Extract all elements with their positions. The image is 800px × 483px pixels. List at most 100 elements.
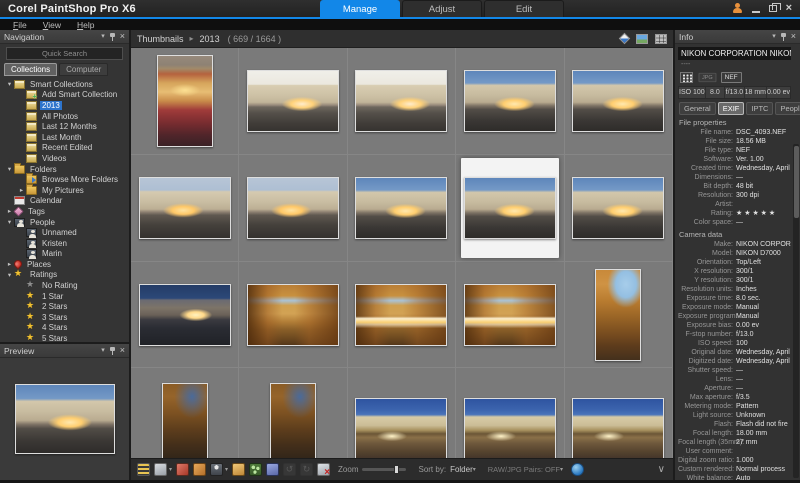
quick-review-red-pen-icon[interactable] xyxy=(176,463,189,476)
tree-item-all-photos[interactable]: All Photos xyxy=(0,111,129,122)
map-location-icon[interactable] xyxy=(232,463,245,476)
delete-image-icon[interactable] xyxy=(317,463,330,476)
photo-thumbnail-plaza-night[interactable] xyxy=(139,284,231,346)
photo-thumbnail-plaza-blue[interactable] xyxy=(464,70,556,132)
photo-thumbnail-street-trails[interactable] xyxy=(355,284,447,346)
tree-item-recent-edited[interactable]: Recent Edited xyxy=(0,143,129,154)
info-scrollbar-thumb[interactable] xyxy=(794,146,799,218)
panel-menu-icon[interactable]: ▾ xyxy=(101,33,105,40)
chevron-down-icon[interactable]: ▾ xyxy=(169,466,172,473)
info-tab-general[interactable]: General xyxy=(679,102,716,115)
photo-thumbnail-plaza-bright[interactable] xyxy=(355,70,447,132)
photo-thumbnail-plaza-blue[interactable] xyxy=(464,177,556,239)
info-tab-iptc[interactable]: IPTC xyxy=(746,102,773,115)
expander-down-icon[interactable]: ▾ xyxy=(5,80,14,88)
panel-close-icon[interactable]: × xyxy=(791,32,796,41)
photo-thumbnail-plaza-blue[interactable] xyxy=(572,177,664,239)
tree-item-marin[interactable]: Marin xyxy=(0,249,129,260)
tree-item-3-stars[interactable]: 3 Stars xyxy=(0,312,129,323)
menu-view[interactable]: View xyxy=(36,20,68,30)
close-icon[interactable]: × xyxy=(786,3,792,14)
nav-tab-computer[interactable]: Computer xyxy=(59,63,108,76)
chevron-down-icon[interactable]: ▾ xyxy=(225,466,228,473)
expander-down-icon[interactable]: ▾ xyxy=(5,271,14,279)
tree-item-last-12-months[interactable]: Last 12 Months xyxy=(0,121,129,132)
photo-thumbnail-carousel[interactable] xyxy=(157,55,213,147)
map-view-icon[interactable] xyxy=(619,33,630,44)
menu-help[interactable]: Help xyxy=(70,20,101,30)
tree-item-browse-more-folders[interactable]: Browse More Folders xyxy=(0,174,129,185)
tree-item-add-smart-collection[interactable]: Add Smart Collection xyxy=(0,90,129,101)
zoom-slider-handle[interactable] xyxy=(394,465,399,474)
info-tab-exif[interactable]: EXIF xyxy=(718,102,745,115)
share-icon[interactable] xyxy=(249,463,262,476)
tree-item-4-stars[interactable]: 4 Stars xyxy=(0,323,129,334)
tab-adjust[interactable]: Adjust xyxy=(402,0,482,17)
format-badge-jpg[interactable]: JPG xyxy=(699,73,717,82)
people-tag-icon[interactable] xyxy=(210,463,223,476)
slideshow-icon[interactable] xyxy=(266,463,279,476)
pin-icon[interactable] xyxy=(109,33,116,41)
nav-tab-collections[interactable]: Collections xyxy=(4,63,57,76)
tree-item-people[interactable]: ▾People xyxy=(0,217,129,228)
tab-manage[interactable]: Manage xyxy=(320,0,400,17)
tree-item-tags[interactable]: ▸Tags xyxy=(0,206,129,217)
pin-icon[interactable] xyxy=(780,33,787,41)
zoom-slider[interactable] xyxy=(362,468,406,471)
tree-item-last-month[interactable]: Last Month xyxy=(0,132,129,143)
panel-close-icon[interactable]: × xyxy=(120,346,125,355)
file-organize-icon[interactable] xyxy=(154,463,167,476)
restore-icon[interactable] xyxy=(769,5,777,12)
sign-in-user-icon[interactable] xyxy=(732,3,743,14)
tree-item-folders[interactable]: ▾Folders xyxy=(0,164,129,175)
photo-thumbnail-arch[interactable] xyxy=(595,269,641,361)
tree-item-smart-collections[interactable]: ▾Smart Collections xyxy=(0,79,129,90)
photo-thumbnail-plaza-bright[interactable] xyxy=(247,70,339,132)
photo-thumbnail-plaza-blue[interactable] xyxy=(572,70,664,132)
expander-down-icon[interactable]: ▾ xyxy=(5,218,14,226)
thumbnail-grid-icon[interactable] xyxy=(680,72,693,83)
breadcrumb-collection[interactable]: 2013 xyxy=(200,34,220,44)
info-globe-icon[interactable] xyxy=(571,463,584,476)
pin-icon[interactable] xyxy=(109,347,116,355)
tree-item-no-rating[interactable]: No Rating xyxy=(0,280,129,291)
thumbnail-mode-icon[interactable] xyxy=(137,463,150,476)
photo-thumbnail-street[interactable] xyxy=(247,284,339,346)
raw-jpg-pairs-dropdown[interactable]: RAW/JPG Pairs: OFF ▾ xyxy=(488,465,563,474)
photo-thumbnail-arch-night[interactable] xyxy=(162,383,208,459)
collapse-toolbar-icon[interactable]: ∨ xyxy=(658,464,667,475)
info-tab-people[interactable]: People xyxy=(775,102,800,115)
photo-thumbnail-plaza-arch[interactable] xyxy=(355,398,447,459)
photo-thumbnail-plaza-dusk[interactable] xyxy=(139,177,231,239)
quick-review-orange-pen-icon[interactable] xyxy=(193,463,206,476)
quick-search-input[interactable]: Quick Search xyxy=(6,47,123,60)
tree-item-5-stars[interactable]: 5 Stars xyxy=(0,333,129,342)
photo-thumbnail-plaza-blue[interactable] xyxy=(355,177,447,239)
expander-right-icon[interactable]: ▸ xyxy=(17,186,26,194)
panel-menu-icon[interactable]: ▾ xyxy=(101,347,105,354)
tree-item-ratings[interactable]: ▾Ratings xyxy=(0,270,129,281)
preview-view-icon[interactable] xyxy=(636,34,648,44)
tab-edit[interactable]: Edit xyxy=(484,0,564,17)
expander-down-icon[interactable]: ▾ xyxy=(5,165,14,173)
tree-item-1-star[interactable]: 1 Star xyxy=(0,291,129,302)
tree-item-my-pictures[interactable]: ▸My Pictures xyxy=(0,185,129,196)
info-scrollbar[interactable] xyxy=(793,144,799,478)
panel-close-icon[interactable]: × xyxy=(120,32,125,41)
photo-thumbnail-arch-night[interactable] xyxy=(270,383,316,459)
menu-file[interactable]: File xyxy=(6,20,34,30)
tree-item-calendar[interactable]: Calendar xyxy=(0,196,129,207)
thumbnail-view-icon[interactable] xyxy=(655,34,667,44)
photo-thumbnail-plaza-dusk[interactable] xyxy=(247,177,339,239)
tree-item-unnamed[interactable]: Unnamed xyxy=(0,227,129,238)
panel-menu-icon[interactable]: ▾ xyxy=(772,33,776,40)
photo-thumbnail-plaza-arch[interactable] xyxy=(464,398,556,459)
caption-field[interactable]: ---- xyxy=(678,60,791,70)
tree-item-kristen[interactable]: Kristen xyxy=(0,238,129,249)
minimize-icon[interactable] xyxy=(752,11,760,13)
photo-thumbnail-plaza-arch[interactable] xyxy=(572,398,664,459)
photo-thumbnail-street-trails[interactable] xyxy=(464,284,556,346)
format-badge-nef[interactable]: NEF xyxy=(721,72,742,83)
tree-item-2013[interactable]: 2013 xyxy=(0,100,129,111)
tree-item-2-stars[interactable]: 2 Stars xyxy=(0,301,129,312)
